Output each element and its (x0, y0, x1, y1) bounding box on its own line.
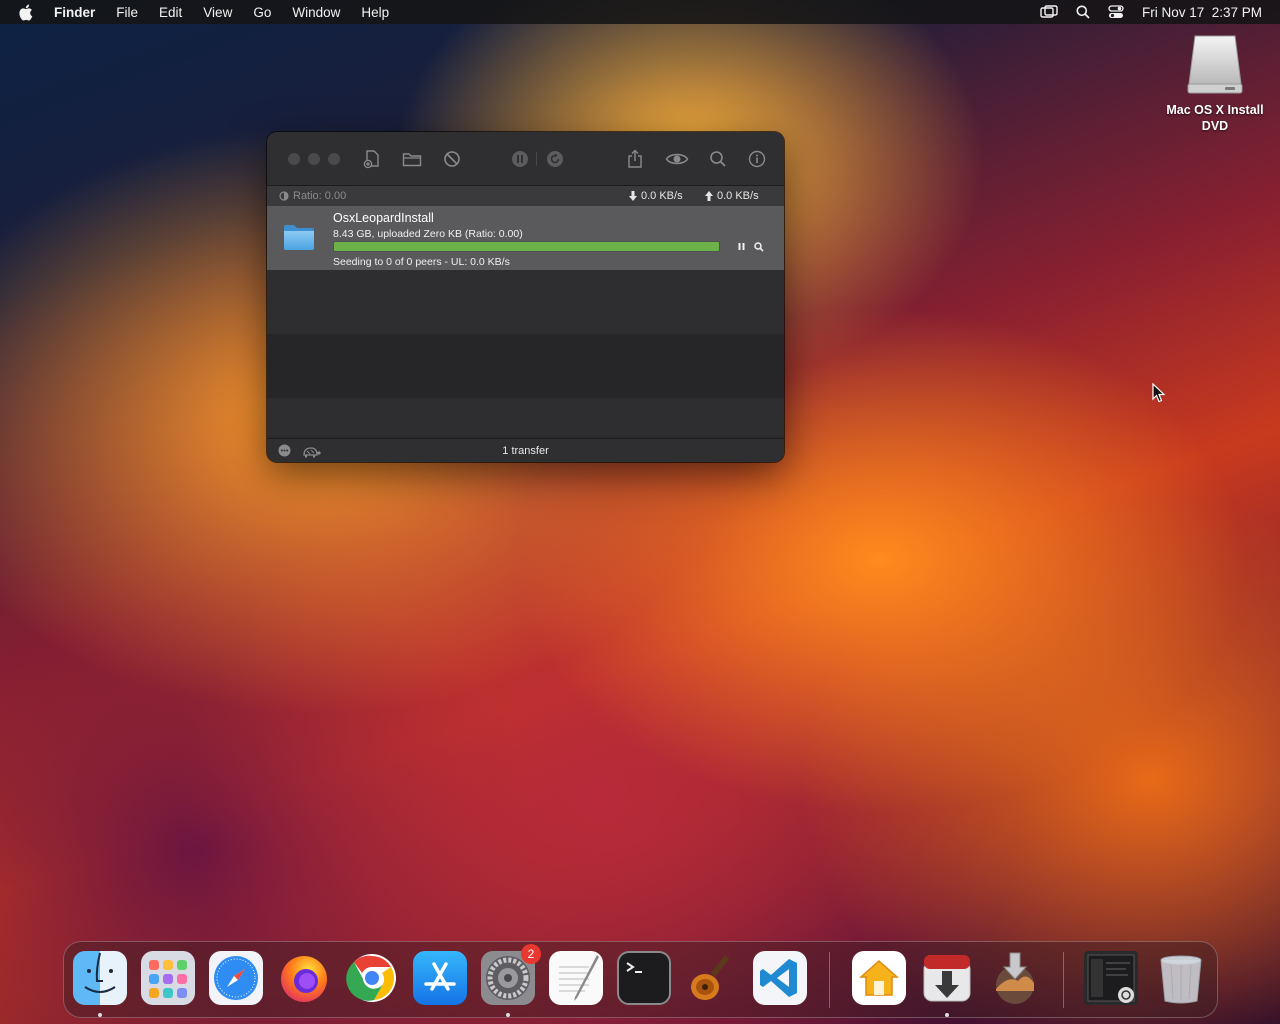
running-indicator (506, 1013, 510, 1017)
desktop-dvd-icon[interactable]: Mac OS X Install DVD (1160, 34, 1270, 134)
menu-file[interactable]: File (116, 5, 138, 20)
dock-firefox-icon[interactable] (277, 951, 331, 1005)
dock-downloads-stack-icon[interactable] (1084, 951, 1138, 1005)
dock-safari-icon[interactable] (209, 951, 263, 1005)
minimize-window-button[interactable] (308, 153, 320, 165)
notification-badge: 2 (521, 944, 541, 964)
window-controls (288, 153, 340, 165)
search-icon[interactable] (708, 149, 728, 169)
pause-transfer-icon[interactable] (735, 240, 748, 253)
resume-all-icon[interactable] (545, 149, 565, 169)
ratio-display[interactable]: Ratio: 0.00 (279, 190, 346, 202)
dock-chrome-icon[interactable] (345, 951, 399, 1005)
running-indicator (98, 1013, 102, 1017)
close-window-button[interactable] (288, 153, 300, 165)
menu-clock[interactable]: Fri Nov 17 2:37 PM (1142, 5, 1262, 20)
empty-row (267, 270, 784, 334)
dock-separator (829, 952, 830, 1008)
ratio-text: Ratio: 0.00 (293, 190, 347, 202)
transfer-status: Seeding to 0 of 0 peers - UL: 0.0 KB/s (333, 256, 510, 268)
disk-drive-icon (1185, 34, 1245, 96)
menu-app-name[interactable]: Finder (54, 5, 95, 20)
progress-fill (334, 242, 719, 251)
dock-trash-icon[interactable] (1154, 951, 1208, 1005)
download-speed-text: 0.0 KB/s (641, 190, 683, 202)
download-speed: 0.0 KB/s (629, 190, 683, 202)
dock-separator (1063, 952, 1064, 1008)
dock-app-store-icon[interactable] (413, 951, 467, 1005)
ratio-icon (279, 191, 289, 201)
running-indicator (945, 1013, 949, 1017)
remove-icon[interactable] (442, 149, 462, 169)
quicklook-icon[interactable] (665, 149, 689, 169)
control-center-icon[interactable] (1108, 5, 1124, 19)
upload-speed: 0.0 KB/s (705, 190, 759, 202)
transfer-progress-bar (333, 241, 720, 252)
toolbar-divider (536, 152, 537, 166)
transfer-name: OsxLeopardInstall (333, 211, 434, 225)
dock-install-macos-icon[interactable] (988, 951, 1042, 1005)
menu-view[interactable]: View (203, 5, 232, 20)
transfer-list: OsxLeopardInstall 8.43 GB, uploaded Zero… (267, 206, 784, 436)
folder-icon (283, 222, 315, 252)
dock-terminal-icon[interactable] (617, 951, 671, 1005)
dock-transmission-icon[interactable] (920, 951, 974, 1005)
arrow-down-icon (629, 191, 637, 201)
menu-help[interactable]: Help (361, 5, 389, 20)
share-icon[interactable] (625, 149, 645, 169)
menu-edit[interactable]: Edit (159, 5, 182, 20)
empty-row (267, 334, 784, 398)
dock-home-icon[interactable] (852, 951, 906, 1005)
upload-speed-text: 0.0 KB/s (717, 190, 759, 202)
menu-go[interactable]: Go (253, 5, 271, 20)
empty-row (267, 398, 784, 436)
menu-bar: Finder File Edit View Go Window Help Fri… (0, 0, 1280, 24)
info-icon[interactable] (747, 149, 767, 169)
dock-garageband-icon[interactable] (685, 951, 739, 1005)
mouse-cursor-icon (1152, 382, 1166, 408)
arrow-up-icon (705, 191, 713, 201)
menu-window[interactable]: Window (292, 5, 340, 20)
dock-launchpad-icon[interactable] (141, 951, 195, 1005)
create-torrent-icon[interactable] (362, 149, 382, 169)
spotlight-search-icon[interactable] (1076, 5, 1090, 19)
apple-menu-icon[interactable] (18, 4, 38, 21)
status-bar: Ratio: 0.00 0.0 KB/s 0.0 KB/s (267, 186, 784, 206)
open-folder-icon[interactable] (402, 149, 422, 169)
screen-mirroring-icon[interactable] (1040, 5, 1058, 19)
dock-finder-icon[interactable] (73, 951, 127, 1005)
pause-all-icon[interactable] (510, 149, 530, 169)
dock: 2 (63, 941, 1218, 1018)
dock-textedit-icon[interactable] (549, 951, 603, 1005)
window-footer: 1 transfer (267, 438, 784, 462)
transmission-window: Ratio: 0.00 0.0 KB/s 0.0 KB/s OsxLeopard… (267, 132, 784, 462)
transfer-info: 8.43 GB, uploaded Zero KB (Ratio: 0.00) (333, 228, 523, 240)
transfer-count: 1 transfer (502, 444, 549, 457)
zoom-window-button[interactable] (328, 153, 340, 165)
dock-system-preferences-icon[interactable]: 2 (481, 944, 541, 1005)
transfer-row[interactable]: OsxLeopardInstall 8.43 GB, uploaded Zero… (267, 206, 784, 270)
desktop-icon-label: Mac OS X Install DVD (1166, 103, 1264, 133)
dock-vscode-icon[interactable] (753, 951, 807, 1005)
toolbar (267, 132, 784, 186)
reveal-transfer-icon[interactable] (752, 240, 765, 253)
